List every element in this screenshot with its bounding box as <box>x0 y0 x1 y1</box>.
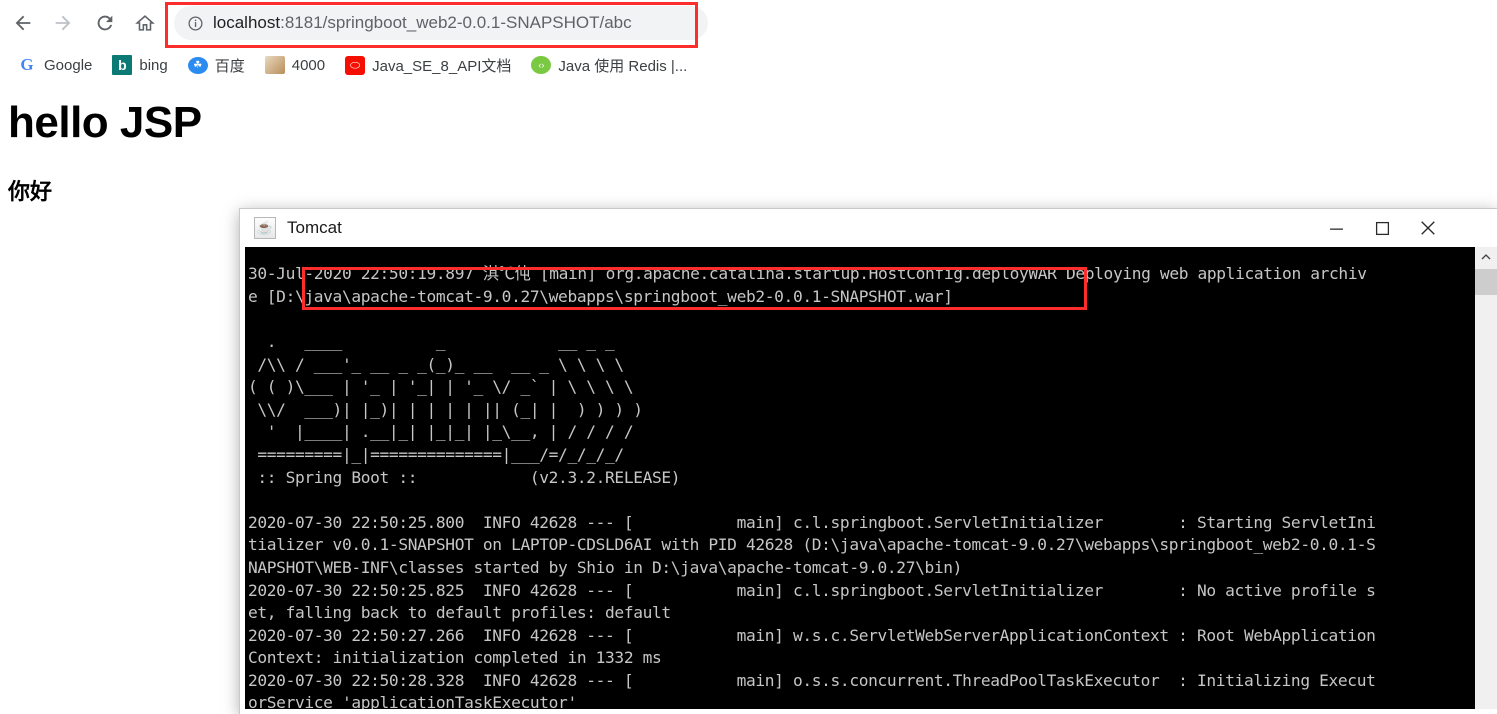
bookmark-label: 百度 <box>214 57 245 75</box>
bookmark-baidu[interactable]: ☘ 百度 <box>181 51 252 79</box>
bookmark-java-se-8-api[interactable]: ⬭ Java_SE_8_API文档 <box>338 51 518 79</box>
back-button[interactable] <box>8 8 38 38</box>
bookmark-label: bing <box>139 56 168 74</box>
minimize-button[interactable] <box>1313 209 1359 247</box>
close-icon <box>1421 221 1435 235</box>
bookmark-4000[interactable]: 4000 <box>258 51 332 79</box>
back-arrow-icon <box>15 15 31 31</box>
scrollbar-thumb[interactable] <box>1475 269 1497 295</box>
home-icon <box>135 15 155 31</box>
minimize-icon <box>1329 228 1343 230</box>
bookmark-java-redis[interactable]: ‹› Java 使用 Redis |... <box>524 51 694 79</box>
java-coffee-icon: ☕ <box>254 217 276 239</box>
google-icon: G <box>20 55 34 74</box>
favicon-4000-icon <box>264 56 285 74</box>
bookmark-label: 4000 <box>291 56 326 74</box>
tomcat-window: ☕ Tomcat 30-Jul-2020 22:50:19.897 淇℃伅 [m… <box>240 209 1497 714</box>
bookmarks-bar: G Google b bing ☘ 百度 4000 ⬭ Java_SE_8_AP… <box>0 46 1497 84</box>
baidu-icon: ☘ <box>187 56 208 74</box>
console-scrollbar[interactable] <box>1475 247 1497 709</box>
address-bar[interactable]: localhost:8181/springboot_web2-0.0.1-SNA… <box>174 6 708 40</box>
console-log-text: 30-Jul-2020 22:50:19.897 淇℃伅 [main] org.… <box>248 264 1376 709</box>
page-content: hello JSP 你好 ☕ Tomcat 30-Jul-2020 22:50:… <box>0 84 1497 714</box>
bookmark-label: Google <box>44 56 93 74</box>
bookmark-label: Java 使用 Redis |... <box>558 57 688 75</box>
reload-button[interactable] <box>90 8 120 38</box>
maximize-icon <box>1375 221 1389 235</box>
page-title: hello JSP <box>8 98 202 147</box>
bookmark-google[interactable]: G Google <box>10 51 99 79</box>
bing-icon: b <box>112 55 133 75</box>
forward-arrow-icon <box>55 15 71 31</box>
maximize-button[interactable] <box>1359 209 1405 247</box>
address-bar-container: localhost:8181/springboot_web2-0.0.1-SNA… <box>165 2 708 48</box>
close-button[interactable] <box>1405 209 1451 247</box>
home-button[interactable] <box>130 8 160 38</box>
url-path: :8181/springboot_web2-0.0.1-SNAPSHOT/abc <box>280 13 632 32</box>
tomcat-window-title: Tomcat <box>287 218 342 237</box>
url-host: localhost <box>213 13 281 32</box>
java-api-icon: ⬭ <box>345 55 366 75</box>
browser-toolbar: localhost:8181/springboot_web2-0.0.1-SNA… <box>0 0 1497 48</box>
scroll-up-arrow-icon[interactable] <box>1475 247 1497 267</box>
bookmark-label: Java_SE_8_API文档 <box>372 57 512 75</box>
tomcat-titlebar[interactable]: ☕ Tomcat <box>240 209 1497 247</box>
info-circle-icon <box>187 15 203 31</box>
reload-icon <box>97 15 113 31</box>
page-subtitle: 你好 <box>8 179 53 204</box>
tomcat-console-output[interactable]: 30-Jul-2020 22:50:19.897 淇℃伅 [main] org.… <box>245 247 1492 709</box>
forward-button[interactable] <box>48 8 78 38</box>
address-bar-url: localhost:8181/springboot_web2-0.0.1-SNA… <box>213 13 632 33</box>
bookmark-bing[interactable]: b bing <box>105 51 174 79</box>
redis-tutorial-icon: ‹› <box>531 56 552 74</box>
site-info-icon[interactable] <box>186 14 204 32</box>
browser-chrome: localhost:8181/springboot_web2-0.0.1-SNA… <box>0 0 1497 84</box>
